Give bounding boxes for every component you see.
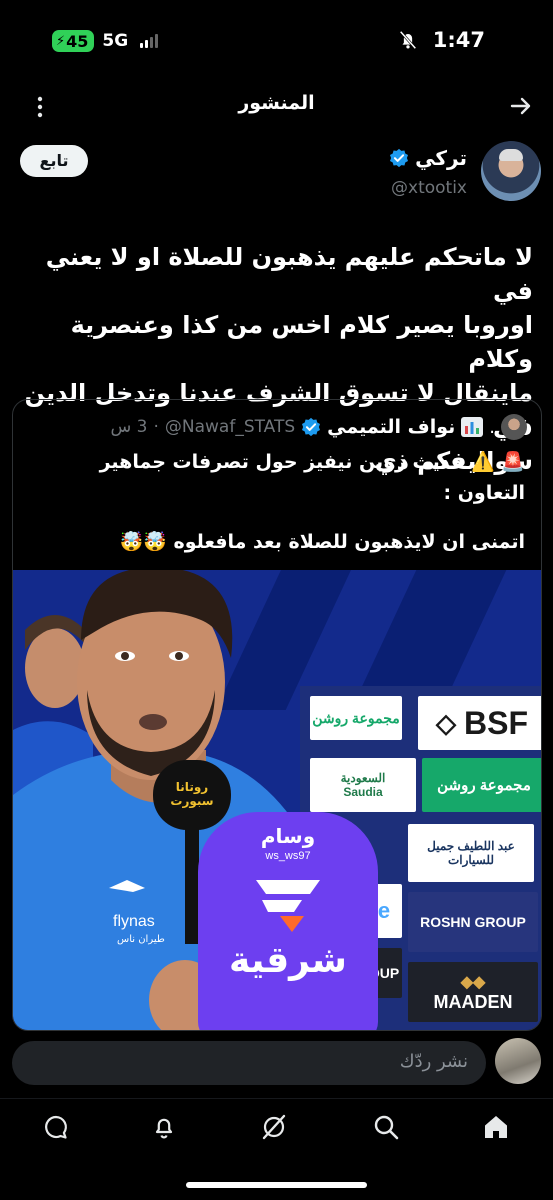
rotana-mic-handle <box>185 824 199 944</box>
author-name-row[interactable]: تركي <box>389 146 467 170</box>
rotana-mic-label: روتانا سبورت <box>170 780 214 808</box>
sponsor-alj-sub: للسيارات <box>447 853 495 867</box>
quote-author-name: نواف التميمي <box>327 416 456 438</box>
notifications-icon[interactable] <box>150 1113 178 1141</box>
sponsor-alj: عبد اللطيف جميل للسيارات <box>408 824 534 882</box>
status-bar: ⚡ 45 5G 1:47 <box>0 0 553 82</box>
mic-brand: شرقية <box>229 940 347 981</box>
quote-author-handle: @Nawaf_STATS <box>164 417 296 437</box>
bottom-nav <box>0 1098 553 1158</box>
signal-icon <box>140 34 159 48</box>
sponsor-bsf: ◇ BSF <box>418 696 541 750</box>
author-name[interactable]: تركي <box>415 146 467 170</box>
quote-media-image[interactable]: مجموعة روشن ◇ BSF السعودية Saudia مجموعة … <box>13 570 541 1030</box>
sponsor-alj-ar: عبد اللطيف جميل <box>427 839 515 853</box>
quote-dot-separator: · <box>153 417 159 437</box>
quote-dot: . <box>489 416 495 438</box>
quote-text-line: 🚨 ⚠️ حديث روبن نيفيز حول تصرفات جماهير <box>99 451 525 473</box>
status-left: ⚡ 45 5G <box>52 30 159 52</box>
sponsor-roshn-group: ROSHN GROUP <box>408 892 538 952</box>
quoted-post[interactable]: . نواف التميمي @Nawaf_STATS · 3 س 🚨 ⚠️ ح… <box>12 399 542 1031</box>
maaden-logo-icon: ◆◆ <box>460 973 486 991</box>
verified-badge-icon <box>302 417 321 437</box>
network-type: 5G <box>102 31 129 51</box>
status-right: 1:47 <box>397 28 485 52</box>
sponsor-maaden-text: MAADEN <box>433 991 513 1012</box>
author-handle[interactable]: @xtootix <box>391 178 467 198</box>
quote-text-line: اتمنى ان لايذهبون للصلاة بعد مافعلوه 🤯🤯 <box>119 531 525 553</box>
quote-text-line: التعاون : <box>443 482 525 504</box>
post-text-line: اوروبا يصير كلام اخس من كذا وعنصرية وكلا… <box>70 311 533 373</box>
author-avatar[interactable] <box>481 141 541 201</box>
bell-slash-icon <box>399 30 417 50</box>
grok-icon[interactable] <box>260 1113 288 1141</box>
shirt-sponsor: flynas <box>113 913 155 930</box>
shirt-sponsor-ar: طيران ناس <box>117 934 165 945</box>
sharqiya-logo-icon <box>256 880 320 932</box>
charging-icon: ⚡ <box>56 33 66 49</box>
sponsor-saudia-ar: السعودية <box>340 771 386 785</box>
search-icon[interactable] <box>372 1113 400 1141</box>
reply-input[interactable]: نشر ردّك <box>12 1041 486 1085</box>
rotana-microphone: روتانا سبورت <box>153 760 231 830</box>
current-user-avatar[interactable] <box>495 1038 541 1084</box>
back-arrow-icon[interactable] <box>509 94 533 118</box>
bar-chart-emoji-icon <box>461 417 484 437</box>
battery-indicator: ⚡ 45 <box>52 30 95 52</box>
mic-handle: ws_ws97 <box>265 850 311 862</box>
sponsor-bsf-text: BSF <box>464 704 528 741</box>
messages-icon[interactable] <box>42 1113 70 1141</box>
home-icon[interactable] <box>482 1113 510 1141</box>
reply-placeholder: نشر ردّك <box>399 1051 468 1072</box>
page-title: المنشور <box>238 92 315 114</box>
sponsor-roshn-2: مجموعة روشن <box>422 758 541 812</box>
quote-header: . نواف التميمي @Nawaf_STATS · 3 س <box>110 414 527 440</box>
sponsor-saudia-en: Saudia <box>343 785 383 799</box>
mic-name: وسام <box>260 824 316 848</box>
header: المنشور <box>0 82 553 130</box>
quote-timestamp: 3 س <box>110 417 148 437</box>
reply-bar: نشر ردّك <box>0 1033 553 1093</box>
battery-level: 45 <box>66 31 89 51</box>
sponsor-maaden: ◆◆ MAADEN <box>408 962 538 1022</box>
post-text-line: لا ماتحكم عليهم يذهبون للصلاة او لا يعني… <box>45 243 533 305</box>
quote-author-avatar <box>501 414 527 440</box>
home-indicator[interactable] <box>186 1182 367 1188</box>
status-time: 1:47 <box>432 28 485 52</box>
sharqiya-microphone: وسام ws_ws97 شرقية <box>198 812 378 1030</box>
follow-button[interactable]: تابع <box>20 145 88 177</box>
verified-badge-icon <box>390 148 409 168</box>
